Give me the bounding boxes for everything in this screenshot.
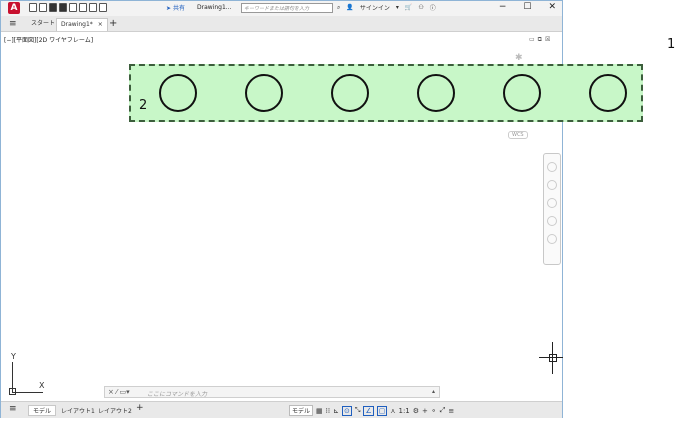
tab-model[interactable]: モデル: [28, 405, 57, 416]
isolate-icon[interactable]: ⚬: [431, 407, 437, 415]
fullscreen-icon[interactable]: ⤢: [440, 406, 446, 415]
search-input[interactable]: キーワードまたは語句を入力: [241, 3, 333, 13]
export-icon[interactable]: [69, 3, 77, 12]
command-line-tools[interactable]: × ⁄ ▭▾: [108, 388, 130, 396]
viewport-controls-label[interactable]: [−][平面図][2D ワイヤフレーム]: [4, 35, 93, 44]
autocad-window: A ➤ 共有 Drawing1... キーワードまたは語句を入力 ⌕ 👤 サイン…: [0, 0, 563, 418]
signin-button[interactable]: サインイン: [360, 3, 390, 12]
snap-icon[interactable]: ⁞⁞: [326, 407, 330, 415]
circle-shape: [589, 74, 627, 112]
menu-icon[interactable]: ≡: [9, 19, 17, 29]
crosshair-pickbox: [549, 354, 557, 362]
save-icon[interactable]: [49, 3, 57, 12]
ucs-origin-icon: [9, 388, 16, 395]
quick-access-toolbar: [29, 3, 107, 12]
circle-shape: [417, 74, 455, 112]
close-tab-icon[interactable]: ×: [98, 21, 103, 28]
close-button[interactable]: ✕: [548, 2, 556, 12]
zoom-icon[interactable]: [547, 198, 557, 208]
annotation-label-2: 2: [139, 98, 148, 113]
grid-icon[interactable]: ▦: [316, 407, 323, 415]
title-bar: A ➤ 共有 Drawing1... キーワードまたは語句を入力 ⌕ 👤 サイン…: [1, 1, 562, 16]
status-tools: モデル ▦ ⁞⁞ ⊾ ⊙ ⤡ ∠ ▢ ⋏ 1:1 ⚙ + ⚬ ⤢ ≡: [289, 405, 454, 416]
plot-icon[interactable]: [79, 3, 87, 12]
gear-icon[interactable]: ⚙: [413, 407, 419, 415]
share-icon: ➤: [166, 5, 172, 12]
tab-drawing1-label: Drawing1*: [61, 21, 93, 28]
steering-wheel-icon[interactable]: [547, 162, 557, 172]
viewport-restore-icon[interactable]: ⧉: [538, 36, 542, 44]
circle-shape: [331, 74, 369, 112]
maximize-button[interactable]: ☐: [523, 2, 531, 12]
new-tab-button[interactable]: +: [109, 18, 117, 29]
help-icon[interactable]: ⓘ: [430, 3, 436, 12]
model-space-button[interactable]: モデル: [289, 405, 314, 416]
share-label: 共有: [172, 5, 185, 12]
document-title: Drawing1...: [197, 4, 232, 11]
window-controls: − ☐ ✕: [499, 2, 556, 12]
showmotion-icon[interactable]: [547, 234, 557, 244]
share-button[interactable]: ➤ 共有: [166, 3, 185, 12]
osnap-icon[interactable]: ⤡: [355, 406, 361, 415]
status-menu-icon[interactable]: ≡: [9, 404, 17, 414]
navigation-bar[interactable]: [543, 153, 561, 265]
user-icon[interactable]: 👤: [346, 4, 353, 11]
plus-icon[interactable]: +: [422, 407, 428, 415]
circle-shape: [503, 74, 541, 112]
status-bar: ≡ モデル レイアウト1 レイアウト2 + モデル ▦ ⁞⁞ ⊾ ⊙ ⤡ ∠ ▢…: [1, 401, 562, 418]
selection-region: [129, 64, 643, 122]
customize-icon[interactable]: ≡: [448, 407, 454, 415]
otrack-icon[interactable]: ∠: [363, 405, 374, 416]
undo-icon[interactable]: [89, 3, 97, 12]
tab-layout2[interactable]: レイアウト2: [98, 406, 132, 415]
search-icon[interactable]: ⌕: [337, 4, 340, 12]
viewport-window-controls: ▭ ⧉ ☒: [529, 36, 550, 44]
polar-icon[interactable]: ⊙: [341, 405, 352, 416]
selection-cycle-icon[interactable]: ▢: [376, 405, 388, 416]
tab-drawing1[interactable]: Drawing1* ×: [56, 18, 108, 31]
ucs-x-axis: [12, 392, 43, 393]
ucs-x-label: X: [39, 381, 45, 390]
redo-icon[interactable]: [99, 3, 107, 12]
command-input[interactable]: ここにコマンドを入力: [147, 389, 207, 398]
wcs-menu[interactable]: WCS: [508, 131, 528, 139]
autocad-app-icon[interactable]: A: [8, 2, 20, 14]
circle-shape: [159, 74, 197, 112]
new-file-icon[interactable]: [29, 3, 37, 12]
network-icon[interactable]: ⚇: [418, 4, 423, 11]
file-tab-bar: ≡ スタート Drawing1* × +: [1, 16, 562, 32]
dropdown-icon[interactable]: ▾: [396, 4, 399, 11]
annotation-label-1: 1: [667, 37, 676, 52]
scale-button[interactable]: 1:1: [399, 407, 410, 415]
viewport-close-icon[interactable]: ☒: [545, 36, 550, 44]
minimize-button[interactable]: −: [499, 2, 507, 12]
ucs-y-label: Y: [11, 352, 16, 361]
viewport-minimize-icon[interactable]: ▭: [529, 36, 535, 44]
viewcube-compass-icon[interactable]: ✱: [515, 53, 523, 63]
circle-shape: [245, 74, 283, 112]
infer-icon[interactable]: ⊾: [333, 407, 339, 415]
command-history-icon[interactable]: ▴: [432, 388, 435, 395]
pan-icon[interactable]: [547, 180, 557, 190]
open-file-icon[interactable]: [39, 3, 47, 12]
tab-layout1[interactable]: レイアウト1: [61, 406, 95, 415]
tab-start[interactable]: スタート: [27, 18, 59, 30]
add-layout-button[interactable]: +: [136, 403, 144, 413]
command-line[interactable]: × ⁄ ▭▾ ここにコマンドを入力 ▴: [104, 386, 440, 398]
titlebar-tools: ⌕ 👤 サインイン ▾ 🛒 ⚇ ⓘ: [337, 3, 436, 13]
save-as-icon[interactable]: [59, 3, 67, 12]
annotation-icon[interactable]: ⋏: [390, 407, 395, 415]
cart-icon[interactable]: 🛒: [405, 4, 412, 11]
orbit-icon[interactable]: [547, 216, 557, 226]
